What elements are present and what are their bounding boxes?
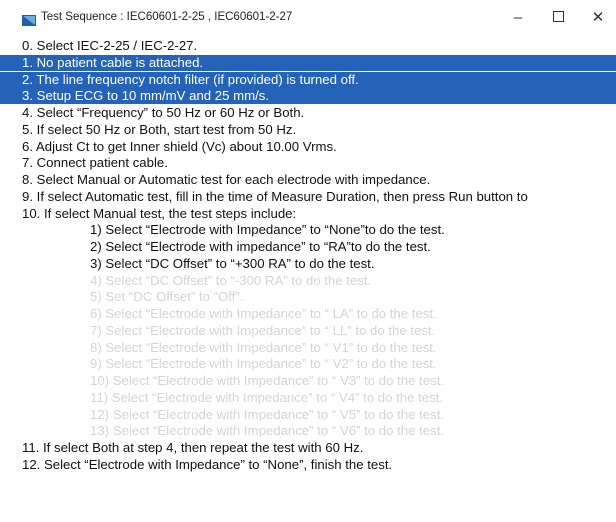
step-item[interactable]: 12. Select “Electrode with Impedance” to… <box>0 457 616 473</box>
step-item[interactable]: 11) Select “Electrode with Impedance” to… <box>0 390 616 406</box>
step-item[interactable]: 9) Select “Electrode with Impedance” to … <box>0 356 616 372</box>
step-item[interactable]: 12) Select “Electrode with Impedance” to… <box>0 407 616 423</box>
maximize-button[interactable] <box>546 6 570 30</box>
close-button[interactable]: ✕ <box>586 6 610 30</box>
step-item[interactable]: 4. Select “Frequency” to 50 Hz or 60 Hz … <box>0 105 616 121</box>
step-item[interactable]: 1. No patient cable is attached. <box>0 54 616 71</box>
step-item[interactable]: 0. Select IEC-2-25 / IEC-2-27. <box>0 38 616 54</box>
step-item[interactable]: 10) Select “Electrode with Impedance” to… <box>0 373 616 389</box>
step-item[interactable]: 5. If select 50 Hz or Both, start test f… <box>0 122 616 138</box>
minimize-button[interactable]: – <box>506 6 530 30</box>
app-window-icon <box>22 13 36 26</box>
step-item[interactable]: 6. Adjust Ct to get Inner shield (Vc) ab… <box>0 139 616 155</box>
step-item[interactable]: 7) Select “Electrode with Impedance” to … <box>0 323 616 339</box>
step-item[interactable]: 2) Select “Electrode with impedance” to … <box>0 239 616 255</box>
step-item[interactable]: 6) Select “Electrode with Impedance” to … <box>0 306 616 322</box>
maximize-icon <box>552 11 564 22</box>
step-item[interactable]: 8) Select “Electrode with Impedance” to … <box>0 340 616 356</box>
step-item[interactable]: 1) Select “Electrode with Impedance” to … <box>0 222 616 238</box>
step-item[interactable]: 7. Connect patient cable. <box>0 155 616 171</box>
step-item[interactable]: 4) Select “DC Offset” to “-300 RA” to do… <box>0 273 616 289</box>
step-item[interactable]: 10. If select Manual test, the test step… <box>0 206 616 222</box>
step-item[interactable]: 13) Select “Electrode with Impedance” to… <box>0 423 616 439</box>
step-item[interactable]: 3) Select “DC Offset” to “+300 RA” to do… <box>0 256 616 272</box>
step-item[interactable]: 8. Select Manual or Automatic test for e… <box>0 172 616 188</box>
step-item[interactable]: 9. If select Automatic test, fill in the… <box>0 189 616 205</box>
test-steps-list: 0. Select IEC-2-25 / IEC-2-27. 1. No pati… <box>0 38 616 522</box>
title-bar: Test Sequence : IEC60601-2-25 , IEC60601… <box>0 0 616 36</box>
window-title: Test Sequence : IEC60601-2-25 , IEC60601… <box>41 11 293 23</box>
step-item[interactable]: 3. Setup ECG to 10 mm/mV and 25 mm/s. <box>0 88 616 105</box>
step-item[interactable]: 2. The line frequency notch filter (if p… <box>0 71 616 88</box>
step-item[interactable]: 5) Set “DC Offset” to “Off”. <box>0 289 616 305</box>
step-item[interactable]: 11. If select Both at step 4, then repea… <box>0 440 616 456</box>
